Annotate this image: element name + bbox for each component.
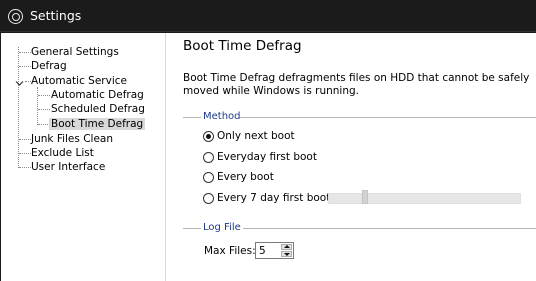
- tree-line: [38, 109, 50, 110]
- settings-window: General Settings Defrag Automatic Servic…: [1, 33, 536, 281]
- sidebar-item-automatic-service[interactable]: Automatic Service: [31, 74, 127, 88]
- sidebar-item-automatic-defrag[interactable]: Automatic Defrag: [51, 88, 144, 102]
- sidebar-item-defrag[interactable]: Defrag: [31, 59, 67, 73]
- tree-line: [38, 95, 50, 96]
- settings-navigation-tree: General Settings Defrag Automatic Servic…: [1, 33, 166, 281]
- tree-line: [19, 139, 31, 140]
- radio-label: Every 7 day first boot: [217, 192, 331, 204]
- sidebar-item-label: Defrag: [31, 60, 67, 72]
- content-pane: Boot Time Defrag Boot Time Defrag defrag…: [167, 33, 536, 281]
- day-interval-slider[interactable]: [328, 193, 521, 204]
- page-title: Boot Time Defrag: [183, 38, 302, 54]
- radio-only-next-boot[interactable]: Only next boot: [203, 129, 295, 143]
- tree-line: [19, 167, 31, 168]
- radio-button[interactable]: [203, 130, 214, 142]
- sidebar-item-exclude-list[interactable]: Exclude List: [31, 146, 94, 160]
- radio-button[interactable]: [203, 192, 214, 204]
- max-files-value[interactable]: 5: [259, 244, 266, 258]
- sidebar-item-general-settings[interactable]: General Settings: [31, 45, 119, 59]
- tree-line: [19, 153, 31, 154]
- sidebar-item-label: Automatic Service: [31, 75, 127, 87]
- page-description: Boot Time Defrag defragments files on HD…: [183, 72, 530, 97]
- group-divider: [183, 117, 201, 118]
- method-group-label: Method: [203, 111, 241, 122]
- max-files-label: Max Files:: [204, 245, 256, 257]
- radio-label: Every boot: [217, 171, 274, 183]
- radio-everyday-first-boot[interactable]: Everyday first boot: [203, 150, 317, 164]
- triangle-up-icon[interactable]: [281, 244, 292, 250]
- log-file-group-label: Log File: [203, 222, 241, 233]
- radio-button[interactable]: [203, 151, 214, 163]
- radio-label: Only next boot: [217, 130, 295, 142]
- tree-line: [19, 52, 31, 53]
- tree-line: [19, 66, 31, 67]
- sidebar-item-label: General Settings: [31, 46, 119, 58]
- radio-button[interactable]: [203, 171, 214, 183]
- chevron-down-icon[interactable]: [15, 79, 24, 88]
- tree-line: [37, 87, 38, 125]
- sidebar-item-label: Exclude List: [31, 147, 94, 159]
- sidebar-item-user-interface[interactable]: User Interface: [31, 160, 105, 174]
- triangle-down-icon[interactable]: [281, 251, 292, 257]
- sidebar-item-junk-files-clean[interactable]: Junk Files Clean: [31, 132, 113, 146]
- window-title: Settings: [30, 8, 82, 23]
- group-divider: [240, 117, 536, 118]
- radio-label: Everyday first boot: [217, 151, 317, 163]
- app-icon: [8, 9, 23, 24]
- radio-every-7-day-first-boot[interactable]: Every 7 day first boot: [203, 191, 330, 205]
- group-divider: [183, 228, 201, 229]
- sidebar-item-label: Automatic Defrag: [51, 89, 144, 101]
- sidebar-item-label: Scheduled Defrag: [51, 103, 145, 115]
- slider-handle[interactable]: [362, 190, 368, 204]
- sidebar-item-label: Junk Files Clean: [31, 133, 114, 145]
- sidebar-item-scheduled-defrag[interactable]: Scheduled Defrag: [51, 102, 145, 116]
- sidebar-item-label: User Interface: [31, 161, 106, 173]
- title-bar: Settings: [0, 0, 536, 32]
- group-divider: [243, 228, 536, 229]
- radio-every-boot[interactable]: Every boot: [203, 170, 274, 184]
- sidebar-item-label: Boot Time Defrag: [49, 118, 146, 130]
- max-files-spinner[interactable]: 5: [255, 242, 294, 259]
- spinner-buttons: [281, 244, 292, 257]
- sidebar-item-boot-time-defrag[interactable]: Boot Time Defrag: [49, 117, 146, 131]
